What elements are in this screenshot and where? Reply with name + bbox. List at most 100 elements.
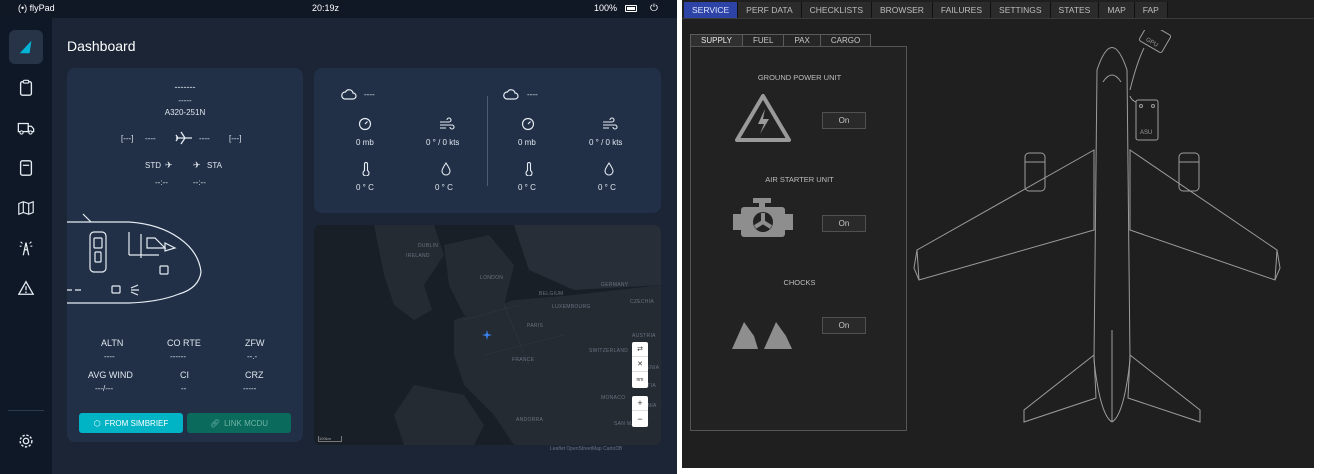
plane-icon (175, 131, 192, 145)
warning-icon (17, 280, 35, 295)
map-label-austria: AUSTRIA (632, 333, 656, 339)
sta-value: --:-- (193, 178, 206, 187)
battery-icon (625, 5, 637, 12)
status-bar: (•) flyPad 20:19z 100% ⏻ (0, 0, 677, 18)
gpu-on-button[interactable]: On (822, 112, 866, 129)
tab-map[interactable]: MAP (1099, 2, 1135, 18)
tab-bar-divider (682, 18, 1314, 19)
sidebar-item-navigation[interactable] (9, 191, 43, 225)
center-map-icon[interactable]: ⇄ (632, 342, 648, 357)
service-subtab-bar: SUPPLY FUEL PAX CARGO (690, 34, 872, 46)
sidebar-item-failures[interactable] (9, 271, 43, 305)
efb-service-window: SERVICE PERF DATA CHECKLISTS BROWSER FAI… (682, 0, 1314, 468)
crz-value: ----- (243, 384, 257, 393)
tab-settings[interactable]: SETTINGS (991, 2, 1051, 18)
link-mcdu-label: LINK MCDU (224, 418, 269, 428)
from-simbrief-label: FROM SIMBRIEF (104, 418, 169, 428)
map-label-belgium: BELGIUM (539, 291, 564, 297)
sidebar-item-atc[interactable] (9, 231, 43, 265)
sidebar-item-settings[interactable] (9, 424, 43, 458)
map-label-france: FRANCE (512, 357, 535, 363)
tab-service[interactable]: SERVICE (684, 2, 739, 18)
subtab-cargo[interactable]: CARGO (819, 34, 872, 46)
aircraft-type: A320-251N (164, 108, 206, 117)
tab-perf-data[interactable]: PERF DATA (738, 2, 802, 18)
battery-percent: 100% (594, 3, 618, 13)
avgwind-value: ---/--- (95, 384, 114, 393)
map-attribution: Leaflet OpenStreetMap CartoDB (550, 446, 623, 452)
tab-checklists[interactable]: CHECKLISTS (801, 2, 872, 18)
chocks-on-button[interactable]: On (822, 317, 866, 334)
cloud-icon (341, 89, 357, 100)
map-view[interactable]: IRELAND LONDON GERMANY BELGIUM LUXEMBOUR… (314, 225, 661, 445)
map-unit-icon[interactable]: nm (632, 372, 648, 387)
sidebar-item-ground[interactable] (9, 111, 43, 145)
sidebar-item-dashboard[interactable] (9, 30, 43, 64)
wind-1: 0 ° / 0 kts (426, 138, 460, 147)
gear-icon (19, 434, 33, 448)
origin-airport: [---] (121, 134, 134, 143)
high-voltage-icon (735, 94, 791, 142)
clock-time: 20:19z (312, 3, 340, 13)
map-label-paris: PARIS (527, 323, 544, 329)
route-left: ---- (145, 134, 156, 143)
from-simbrief-button[interactable]: ⬡ FROM SIMBRIEF (79, 413, 183, 433)
pressure-2: 0 mb (518, 138, 536, 147)
map-label-monaco: MONACO (601, 395, 626, 401)
sidebar-divider (8, 410, 44, 411)
close-map-icon[interactable]: ✕ (632, 357, 648, 372)
flypad-logo-icon (19, 40, 32, 54)
truck-icon (17, 122, 35, 135)
map-label-switzerland: SWITZERLAND (589, 348, 629, 354)
tab-failures[interactable]: FAILURES (932, 2, 992, 18)
page-title: Dashboard (67, 38, 136, 54)
clipboard-icon (19, 79, 33, 96)
tower-icon (19, 241, 33, 256)
aircraft-position-icon[interactable] (482, 330, 492, 340)
tab-fap[interactable]: FAP (1134, 2, 1168, 18)
tab-browser[interactable]: BROWSER (872, 2, 933, 18)
flight-info-card: ------- ----- A320-251N [---] ---- ---- … (67, 68, 303, 442)
temp-1: 0 ° C (356, 183, 374, 192)
map-label-germany: GERMANY (601, 282, 629, 288)
crz-label: CRZ (245, 370, 264, 380)
tab-states[interactable]: STATES (1050, 2, 1100, 18)
app-name: (•) flyPad (18, 3, 55, 13)
zoom-in-button[interactable]: + (632, 396, 648, 411)
flypad-window: (•) flyPad 20:19z 100% ⏻ Dashboard -----… (0, 0, 677, 474)
droplet-icon (604, 162, 614, 176)
sidebar-item-dispatch[interactable] (9, 71, 43, 105)
std-value: --:-- (155, 178, 168, 187)
chocks-icon (732, 322, 792, 349)
download-icon: ⬡ (93, 418, 101, 428)
dewpoint-2: 0 ° C (598, 183, 616, 192)
ci-value: -- (181, 384, 187, 393)
calculator-icon (19, 160, 33, 176)
zoom-out-button[interactable]: − (632, 411, 648, 426)
link-mcdu-button[interactable]: 🔗︎ LINK MCDU (187, 413, 291, 433)
subtab-fuel[interactable]: FUEL (741, 34, 785, 46)
power-icon[interactable]: ⏻ (650, 3, 658, 14)
asu-on-button[interactable]: On (822, 215, 866, 232)
route-right: ---- (199, 134, 210, 143)
gpu-title: GROUND POWER UNIT (757, 73, 842, 82)
map-label-luxembourg: LUXEMBOURG (552, 304, 591, 310)
dewpoint-1: 0 ° C (435, 183, 453, 192)
supply-panel: GROUND POWER UNIT On AIR STARTER UNIT On… (690, 46, 907, 431)
avgwind-label: AVG WIND (88, 370, 133, 380)
sidebar-item-performance[interactable] (9, 151, 43, 185)
aircraft-topview-diagram: GPU ASU (913, 30, 1281, 423)
std-label: STD (145, 161, 161, 170)
map-label-czechia: CZECHIA (630, 299, 655, 305)
weather-station-2: ---- (527, 90, 538, 99)
weather-station-1: ---- (364, 90, 375, 99)
subtab-pax[interactable]: PAX (783, 34, 821, 46)
chocks-title: CHOCKS (783, 278, 816, 287)
subtab-supply[interactable]: SUPPLY (690, 34, 743, 46)
registration: ----- (178, 96, 192, 105)
droplet-icon (441, 162, 451, 176)
zoom-controls: + − (632, 396, 648, 427)
takeoff-icon: ✈ (165, 160, 173, 170)
sidebar (0, 18, 52, 474)
map-label-andorra: ANDORRA (516, 417, 544, 423)
